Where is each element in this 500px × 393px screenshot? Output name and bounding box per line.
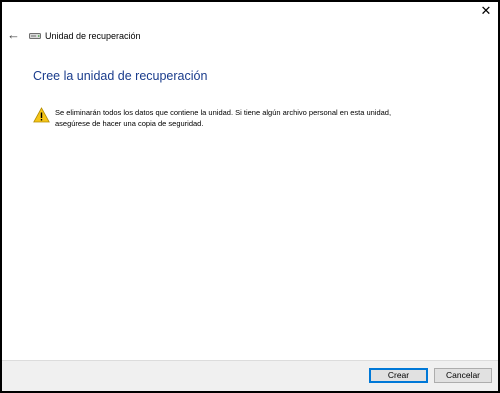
title-bar: Unidad de recuperación <box>29 30 141 42</box>
cancel-button[interactable]: Cancelar <box>434 368 492 383</box>
page-title: Cree la unidad de recuperación <box>33 69 208 83</box>
back-button[interactable]: ← <box>7 28 21 42</box>
drive-icon <box>29 33 41 39</box>
window-title: Unidad de recuperación <box>45 31 141 41</box>
arrow-left-icon: ← <box>7 27 20 42</box>
warning-message: Se eliminarán todos los datos que contie… <box>33 107 415 129</box>
warning-icon <box>33 107 50 123</box>
close-button[interactable]: ✕ <box>478 4 494 18</box>
dialog-footer: Crear Cancelar <box>2 360 498 391</box>
create-button[interactable]: Crear <box>369 368 428 383</box>
recovery-drive-window: ✕ ← Unidad de recuperación Cree la unida… <box>0 0 500 393</box>
close-icon: ✕ <box>480 3 492 18</box>
warning-text: Se eliminarán todos los datos que contie… <box>55 108 392 128</box>
